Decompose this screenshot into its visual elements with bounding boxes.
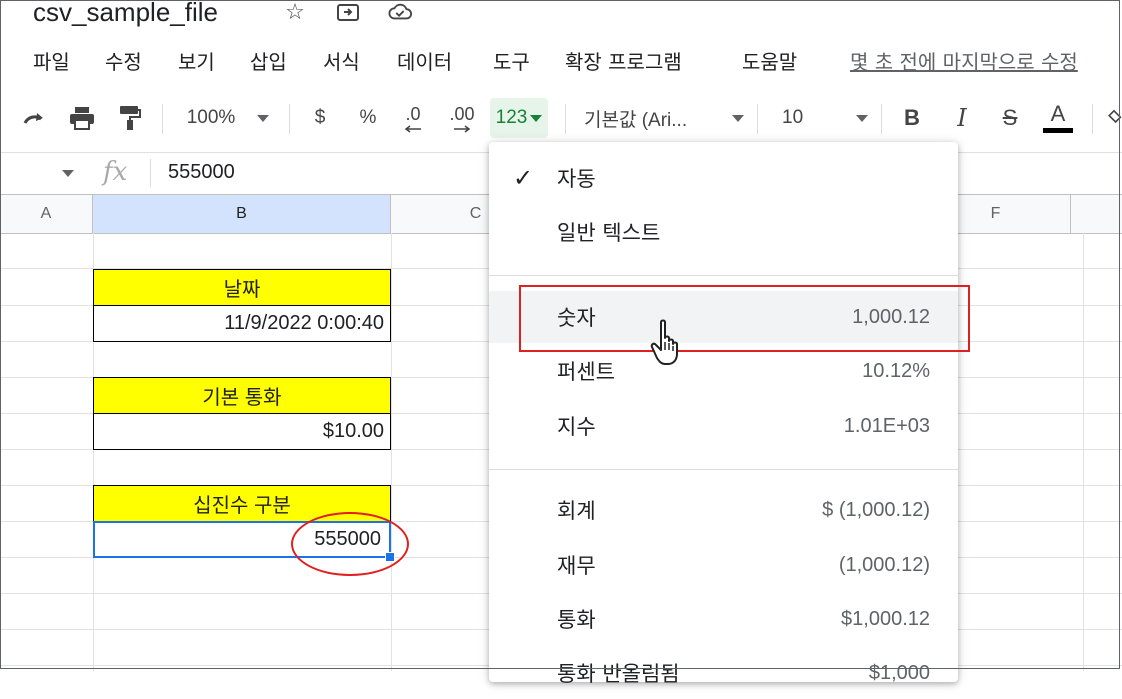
decrease-decimal-button[interactable]: .0 xyxy=(396,92,430,144)
toolbar-divider xyxy=(881,104,882,134)
chevron-down-icon xyxy=(856,114,868,122)
italic-label: I xyxy=(957,104,967,132)
menu-view[interactable]: 보기 xyxy=(178,46,215,75)
formula-input[interactable]: 555000 xyxy=(168,161,235,184)
bold-button[interactable]: B xyxy=(896,92,928,144)
percent-label: % xyxy=(359,107,377,128)
percent-format-button[interactable]: % xyxy=(352,92,384,144)
format-option-percent[interactable]: 퍼센트 10.12% xyxy=(489,345,958,397)
title-bar: csv_sample_file ☆ xyxy=(0,0,1122,32)
format-option-example: $1,000 xyxy=(868,661,930,684)
name-box-chevron-down-icon[interactable] xyxy=(62,170,74,177)
star-icon[interactable]: ☆ xyxy=(283,0,307,25)
text-color-swatch xyxy=(1043,128,1073,133)
more-formats-button[interactable]: 123 xyxy=(490,98,548,138)
format-option-label: 재무 xyxy=(557,554,596,578)
zoom-select[interactable]: 100% xyxy=(178,92,278,144)
format-option-label: 퍼센트 xyxy=(557,360,615,384)
chevron-down-icon xyxy=(257,114,270,122)
bold-label: B xyxy=(904,105,920,130)
text-color-button[interactable]: A xyxy=(1040,92,1076,144)
chevron-down-icon xyxy=(732,114,744,122)
strikethrough-button[interactable]: S xyxy=(994,92,1026,144)
column-header-a[interactable]: A xyxy=(0,195,93,233)
decrease-decimal-label: .0 xyxy=(405,103,421,124)
menu-divider xyxy=(489,275,958,276)
font-select[interactable]: 기본값 (Ari... xyxy=(584,92,744,144)
format-option-label: 일반 텍스트 xyxy=(557,221,661,245)
increase-decimal-label: .00 xyxy=(449,103,475,124)
checkmark-icon: ✓ xyxy=(513,164,534,192)
hand-pointer-cursor-icon xyxy=(650,318,684,372)
strikethrough-label: S xyxy=(1002,105,1018,130)
date-value-cell[interactable]: 11/9/2022 0:00:40 xyxy=(93,305,391,342)
format-option-label: 회계 xyxy=(557,499,596,523)
column-header-b[interactable]: B xyxy=(93,195,391,233)
print-icon[interactable] xyxy=(64,92,100,144)
last-edit-link[interactable]: 몇 초 전에 마지막으로 수정 xyxy=(850,46,1078,75)
currency-header-cell[interactable]: 기본 통화 xyxy=(93,377,391,414)
arrow-left-icon xyxy=(404,124,421,133)
cloud-status-icon[interactable] xyxy=(388,0,412,24)
toolbar-divider xyxy=(757,104,758,134)
zoom-value: 100% xyxy=(186,107,236,128)
move-to-folder-icon[interactable] xyxy=(336,0,360,24)
menu-file[interactable]: 파일 xyxy=(33,46,70,75)
format-option-plain-text[interactable]: 일반 텍스트 xyxy=(489,206,958,258)
toolbar-divider xyxy=(565,104,566,134)
paint-format-icon[interactable] xyxy=(112,92,148,144)
font-size-value: 10 xyxy=(782,107,804,128)
menu-edit[interactable]: 수정 xyxy=(105,46,142,75)
format-option-auto[interactable]: ✓ 자동 xyxy=(489,152,958,204)
annotation-ellipse xyxy=(291,512,409,576)
fill-color-icon[interactable] xyxy=(1106,92,1122,144)
format-option-label: 자동 xyxy=(557,167,596,191)
italic-button[interactable]: I xyxy=(946,92,978,144)
toolbar: 100% $ % .0 .00 123 기본값 (Ari... 10 B I S… xyxy=(0,92,1122,144)
menu-tools[interactable]: 도구 xyxy=(493,46,530,75)
toolbar-divider xyxy=(162,104,163,134)
annotation-rectangle xyxy=(519,285,970,352)
fx-icon: fx xyxy=(103,157,128,187)
format-option-label: 통화 반올림됨 xyxy=(557,662,680,686)
menu-data[interactable]: 데이터 xyxy=(397,46,452,75)
menu-extensions[interactable]: 확장 프로그램 xyxy=(565,46,682,75)
format-option-example: $ (1,000.12) xyxy=(822,498,930,521)
toolbar-divider xyxy=(1092,104,1093,134)
arrow-right-icon xyxy=(454,124,471,133)
currency-label: $ xyxy=(314,107,326,128)
font-value: 기본값 (Ari... xyxy=(584,109,688,131)
format-option-label: 지수 xyxy=(557,415,596,439)
format-option-currency[interactable]: 통화 $1,000.12 xyxy=(489,593,958,645)
currency-value-cell[interactable]: $10.00 xyxy=(93,413,391,450)
menu-divider xyxy=(489,469,958,470)
format-option-currency-rounded[interactable]: 통화 반올림됨 $1,000 xyxy=(489,647,958,699)
menu-format[interactable]: 서식 xyxy=(323,46,360,75)
increase-decimal-button[interactable]: .00 xyxy=(442,92,482,144)
font-size-select[interactable]: 10 xyxy=(776,92,868,144)
menu-help[interactable]: 도움말 xyxy=(742,46,797,75)
chevron-down-icon xyxy=(530,114,543,122)
format-option-scientific[interactable]: 지수 1.01E+03 xyxy=(489,400,958,452)
menu-insert[interactable]: 삽입 xyxy=(250,46,287,75)
format-option-financial[interactable]: 재무 (1,000.12) xyxy=(489,539,958,591)
date-header-cell[interactable]: 날짜 xyxy=(93,269,391,306)
format-option-label: 통화 xyxy=(557,608,596,632)
format-option-example: 1.01E+03 xyxy=(843,414,930,437)
redo-icon[interactable] xyxy=(18,92,52,144)
toolbar-divider xyxy=(289,104,290,134)
format-option-example: 10.12% xyxy=(862,359,930,382)
text-color-label: A xyxy=(1050,101,1066,126)
formula-divider xyxy=(150,159,151,187)
more-formats-label: 123 xyxy=(495,107,528,128)
number-format-menu: ✓ 자동 일반 텍스트 숫자 1,000.12 퍼센트 10.12% 지수 1.… xyxy=(489,142,958,686)
format-option-example: $1,000.12 xyxy=(841,607,930,630)
format-option-accounting[interactable]: 회계 $ (1,000.12) xyxy=(489,484,958,536)
currency-format-button[interactable]: $ xyxy=(304,92,336,144)
menu-bar: 파일 수정 보기 삽입 서식 데이터 도구 확장 프로그램 도움말 몇 초 전에… xyxy=(0,40,1122,80)
format-option-example: (1,000.12) xyxy=(838,553,930,576)
document-title[interactable]: csv_sample_file xyxy=(33,0,218,28)
